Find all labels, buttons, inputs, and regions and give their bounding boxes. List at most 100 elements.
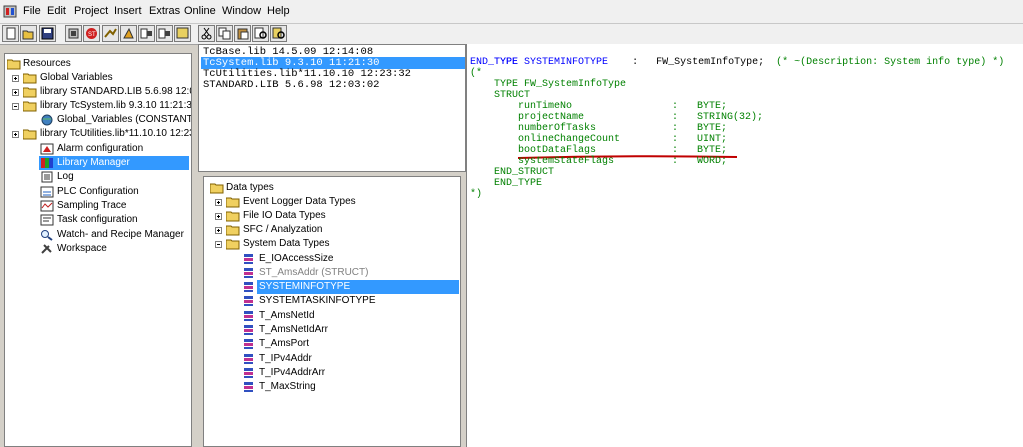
code-end-struct: END_STRUCT (494, 167, 555, 178)
folder-open-icon (7, 59, 21, 70)
tree-label: SYSTEMINFOTYPE (257, 280, 459, 294)
folder-icon (23, 129, 37, 140)
build-icon[interactable] (65, 25, 82, 42)
menu-edit[interactable]: Edit (47, 5, 66, 17)
open-icon[interactable] (20, 25, 37, 42)
code-comment: (* ~(Description: System info type) *) (776, 57, 1005, 68)
expand-plus-icon[interactable] (12, 89, 19, 96)
cut-icon[interactable] (198, 25, 215, 42)
code-editor[interactable]: TYPE SYSTEMINFOTYPE : FW_SystemInfoType;… (466, 44, 1023, 447)
step-icon[interactable] (102, 25, 119, 42)
library-row[interactable]: STANDARD.LIB 5.6.98 12:03:02 (201, 79, 381, 91)
library-list: TcBase.lib 14.5.09 12:14:08 TcSystem.lib… (198, 44, 466, 172)
menu-online[interactable]: Online (184, 5, 216, 17)
tree-label: library TcSystem.lib 9.3.10 11:21:30: gl… (40, 100, 192, 111)
breakpoint-icon[interactable] (138, 25, 155, 42)
folder-icon (23, 73, 37, 84)
code-end-type: END_TYPE (470, 57, 519, 68)
folder-open-icon (210, 183, 224, 194)
find-icon[interactable] (252, 25, 269, 42)
copy-icon[interactable] (216, 25, 233, 42)
folder-icon (226, 225, 240, 236)
code-field-name: runTimeNo (518, 101, 573, 112)
code-field-name: projectName (518, 112, 585, 123)
tree-label: Event Logger Data Types (243, 196, 356, 207)
tree-label: T_IPv4AddrArr (259, 367, 326, 378)
logout-icon[interactable] (174, 25, 191, 42)
code-comment-struct: STRUCT (494, 90, 531, 101)
datatype-icon (244, 368, 253, 378)
datatype-icon (244, 254, 253, 264)
tree-label: SYSTEMTASKINFOTYPE (259, 295, 376, 306)
tree-label: T_MaxString (259, 381, 316, 392)
menu-bar: File Edit Project Insert Extras Online W… (0, 0, 1023, 24)
tree-label: Global_Variables (CONSTANT) <R/ (57, 114, 192, 125)
code-field-colon: : (672, 156, 679, 167)
tree-item-library-manager[interactable]: Library Manager (39, 156, 189, 170)
tree-label: File IO Data Types (243, 210, 326, 221)
datatype-icon (244, 339, 253, 349)
replace-icon[interactable] (270, 25, 287, 42)
datatype-icon (244, 382, 253, 392)
code-end-type-comment: END_TYPE (494, 178, 543, 189)
folder-icon (226, 211, 240, 222)
folder-icon (226, 197, 240, 208)
folder-open-icon (23, 101, 37, 112)
menu-window[interactable]: Window (222, 5, 261, 17)
new-icon[interactable] (2, 25, 19, 42)
tree-label: Library Manager (57, 157, 130, 168)
code-field-name: numberOfTasks (518, 123, 597, 134)
expand-plus-icon[interactable] (12, 131, 19, 138)
stop-icon[interactable]: ST (83, 25, 100, 42)
tree-label: Global Variables (40, 72, 113, 83)
code-field-colon: : (672, 101, 679, 112)
datatype-icon (244, 311, 253, 321)
code-field-colon: : (672, 134, 679, 145)
menu-project[interactable]: Project (74, 5, 108, 17)
paste-icon[interactable] (234, 25, 251, 42)
code-field-type: STRING(32); (697, 112, 764, 123)
tree-label: E_IOAccessSize (259, 253, 334, 264)
code-field-name: systemStateFlags (518, 156, 615, 167)
tree-label: Workspace (57, 243, 107, 254)
collapse-minus-icon[interactable] (12, 103, 19, 110)
log-icon (41, 171, 53, 183)
tree-label: Watch- and Recipe Manager (57, 229, 184, 240)
menu-help[interactable]: Help (267, 5, 290, 17)
expand-plus-icon[interactable] (215, 199, 222, 206)
tree-label: T_AmsNetId (259, 310, 315, 321)
code-comment-type: TYPE FW_SystemInfoType (494, 79, 627, 90)
tree-label: Data types (226, 182, 274, 193)
login-icon[interactable] (156, 25, 173, 42)
collapse-minus-icon[interactable] (215, 241, 222, 248)
code-field-colon: : (672, 112, 679, 123)
expand-plus-icon[interactable] (215, 213, 222, 220)
code-field-name: onlineChangeCount (518, 134, 621, 145)
app-icon (3, 5, 17, 18)
tree-label: Log (57, 171, 74, 182)
save-icon[interactable] (39, 25, 56, 42)
expand-plus-icon[interactable] (215, 227, 222, 234)
expand-plus-icon[interactable] (12, 75, 19, 82)
tree-label: Resources (23, 58, 71, 69)
library-manager-icon (41, 158, 53, 168)
run-icon[interactable] (120, 25, 137, 42)
menu-file[interactable]: File (23, 5, 41, 17)
tree-label: T_IPv4Addr (259, 353, 312, 364)
folder-icon (23, 87, 37, 98)
code-field-colon: : (672, 123, 679, 134)
task-config-icon (40, 214, 54, 226)
menu-extras[interactable]: Extras (149, 5, 180, 17)
workspace-tools-icon (41, 244, 52, 254)
datatype-icon (244, 268, 253, 278)
datatype-icon (244, 325, 253, 335)
code-field-type: UINT; (697, 134, 728, 145)
code-field-type: BYTE; (697, 101, 728, 112)
svg-text:ST: ST (88, 32, 96, 38)
resources-tree: Resources Global Variables library STAND… (4, 53, 192, 447)
tree-label: library TcUtilities.lib*11.10.10 12:23:3… (40, 128, 191, 139)
code-comment-open: (* (470, 68, 483, 79)
trace-icon (40, 200, 54, 212)
menu-insert[interactable]: Insert (114, 5, 142, 17)
toolbar: ST (0, 24, 1023, 45)
